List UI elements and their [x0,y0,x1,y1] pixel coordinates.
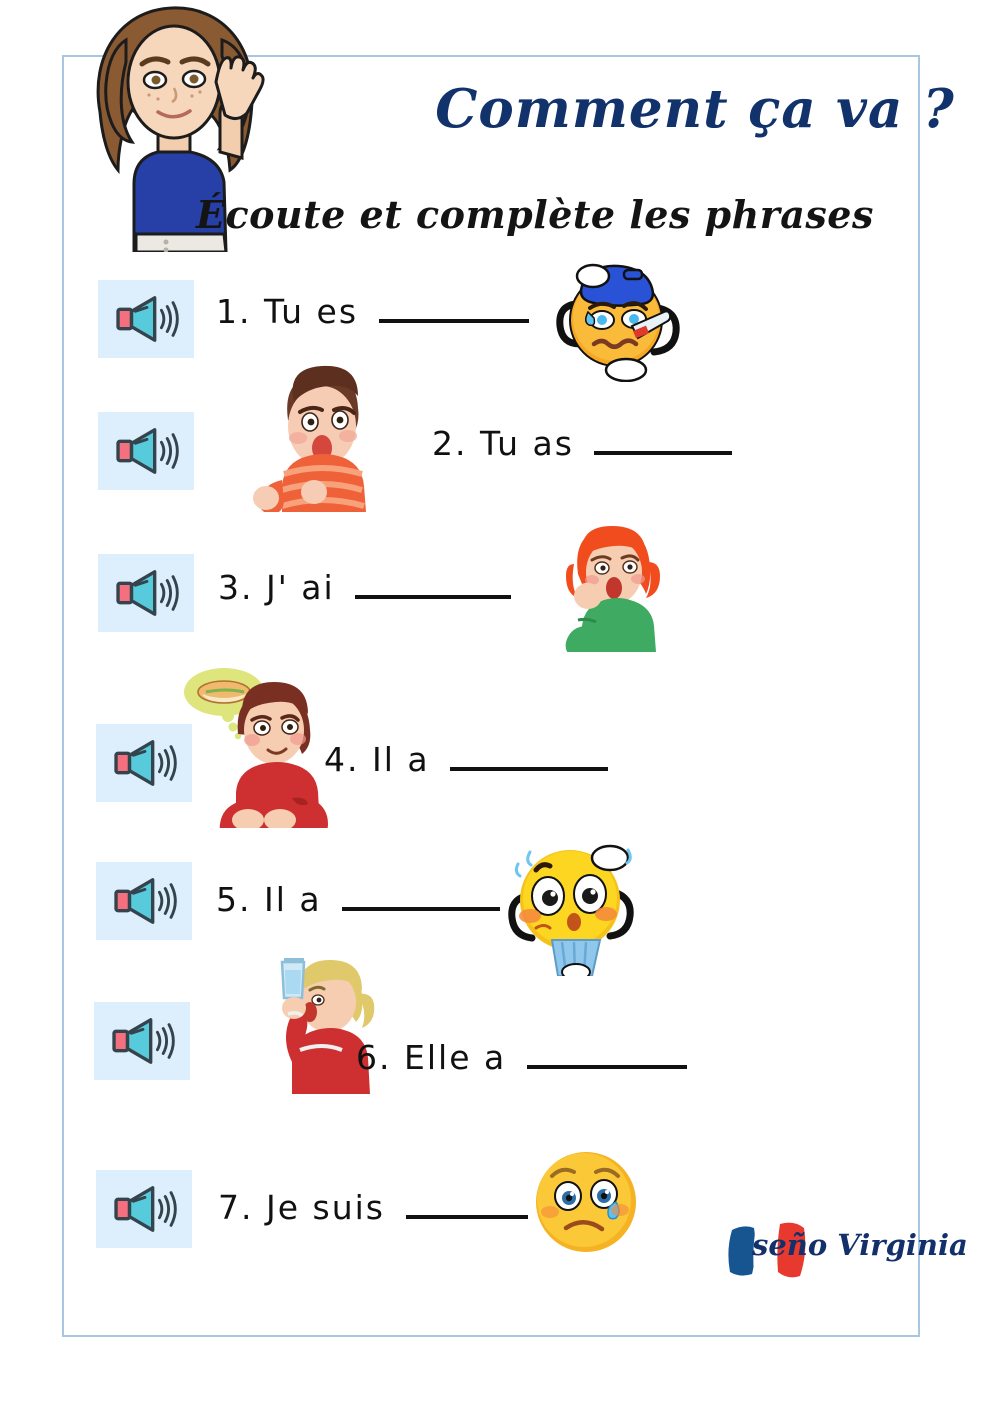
answer-blank-4[interactable] [450,747,609,771]
exercise-number-5: 5. [216,880,252,919]
exercise-sentence-4: 4. Il a [324,740,609,779]
exercise-sentence-5: 5. Il a [216,880,501,919]
exercise-text-7: Je suis [266,1188,385,1227]
brand-logo-text: seño Virginia [752,1228,968,1262]
exercise-number-2: 2. [432,424,468,463]
illustration-sad-crying-emoji [528,1146,648,1261]
worksheet-page: Comment ça va ? Écoute et complète les p… [0,0,1000,1413]
play-audio-button-3[interactable] [98,554,194,632]
page-title: Comment ça va ? [435,78,955,140]
answer-blank-2[interactable] [594,431,733,455]
exercise-number-3: 3. [218,568,254,607]
illustration-boy-coughing [242,362,392,517]
exercise-number-1: 1. [216,292,252,331]
exercise-sentence-3: 3. J' ai [218,568,512,607]
illustration-sick-emoji [546,252,686,387]
illustration-boy-hungry [176,668,336,841]
exercise-number-7: 7. [218,1188,254,1227]
illustration-woman-yawning [548,522,678,657]
answer-blank-5[interactable] [342,887,501,911]
answer-blank-1[interactable] [378,299,529,323]
exercise-sentence-2: 2. Tu as [432,424,733,463]
exercise-text-5: Il a [264,880,322,919]
exercise-sentence-6: 6. Elle a [356,1038,687,1077]
exercise-sentence-1: 1. Tu es [216,292,529,331]
exercise-text-6: Elle a [404,1038,507,1077]
illustration-girl-drinking-water [248,954,388,1099]
play-audio-button-1[interactable] [98,280,194,358]
answer-blank-3[interactable] [355,575,512,599]
play-audio-button-5[interactable] [96,862,192,940]
exercise-text-4: Il a [372,740,430,779]
play-audio-button-7[interactable] [96,1170,192,1248]
brand-logo: seño Virginia [722,1212,968,1292]
play-audio-button-2[interactable] [98,412,194,490]
exercise-text-3: J' ai [266,568,335,607]
illustration-hot-emoji-fan [496,836,646,981]
exercise-number-4: 4. [324,740,360,779]
page-subtitle: Écoute et complète les phrases [196,191,874,237]
play-audio-button-6[interactable] [94,1002,190,1080]
exercise-text-1: Tu es [264,292,359,331]
exercise-text-2: Tu as [480,424,574,463]
answer-blank-7[interactable] [405,1195,528,1219]
answer-blank-6[interactable] [526,1045,687,1069]
exercise-sentence-7: 7. Je suis [218,1188,528,1227]
exercise-number-6: 6. [356,1038,392,1077]
